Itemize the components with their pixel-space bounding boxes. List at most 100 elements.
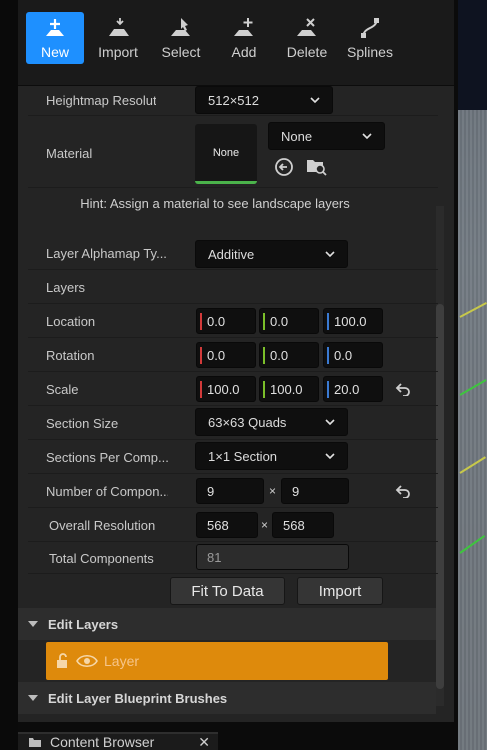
splines-label: Splines [347,44,393,60]
layer-row[interactable]: Layer [46,642,388,680]
chevron-down-icon [310,97,320,104]
collapse-arrow-icon [28,621,38,627]
delete-icon [297,18,316,36]
use-selected-asset-icon[interactable] [274,157,294,177]
browse-asset-icon[interactable] [305,156,327,176]
overall-resolution-label: Overall Resolution [49,518,156,533]
edit-layer-blueprint-brushes-header[interactable]: Edit Layer Blueprint Brushes [18,682,436,714]
delete-label: Delete [286,44,328,60]
sections-per-component-value: 1×1 Section [208,448,278,464]
number-of-components-label: Number of Compon... [46,484,168,499]
overall-resolution-y-field: 568 [272,512,334,538]
landscape-toolbar: New Import Select Add Delete Splines [18,0,454,86]
content-browser-label: Content Browser [50,734,155,750]
reset-to-default-icon[interactable] [395,382,411,396]
add-icon [234,18,253,36]
sections-per-component-dropdown[interactable]: 1×1 Section [195,442,348,470]
overall-resolution-y-value: 568 [283,517,305,533]
fit-to-data-label: Fit To Data [191,582,264,600]
add-label: Add [231,44,257,60]
select-label: Select [161,44,201,60]
components-x-field[interactable]: 9 [196,478,264,504]
scale-y-field[interactable]: 100.0 [259,376,319,402]
location-z-field[interactable]: 100.0 [323,308,383,334]
material-value: None [281,128,313,144]
reset-to-default-icon[interactable] [395,484,411,498]
splines-button[interactable]: Splines [341,12,399,64]
z-axis-marker [327,381,329,398]
fit-to-data-button[interactable]: Fit To Data [170,577,285,605]
delete-button[interactable]: Delete [278,12,336,64]
total-components-field: 81 [196,544,349,570]
viewport-sky [458,0,487,110]
content-browser-tab[interactable]: Content Browser ✕ [18,732,218,750]
y-axis-marker [263,381,265,398]
rotation-x-value: 0.0 [207,347,226,363]
rotation-y-field[interactable]: 0.0 [259,342,319,368]
scale-y-value: 100.0 [270,381,303,397]
new-icon [46,19,64,36]
scale-x-field[interactable]: 100.0 [196,376,256,402]
heightmap-resolution-dropdown[interactable]: 512×512 [195,86,333,114]
add-button[interactable]: Add [215,12,273,64]
new-button[interactable]: New [26,12,84,64]
components-y-field[interactable]: 9 [281,478,349,504]
blueprint-brushes-title: Edit Layer Blueprint Brushes [48,690,228,706]
z-axis-marker [327,313,329,330]
section-size-dropdown[interactable]: 63×63 Quads [195,408,348,436]
import-landscape-button[interactable]: Import [297,577,383,605]
unlock-icon[interactable] [54,652,72,670]
overall-resolution-x-field: 568 [196,512,258,538]
select-button[interactable]: Select [152,12,210,64]
total-components-label: Total Components [49,551,154,566]
components-x-value: 9 [207,483,215,499]
chevron-down-icon [325,453,335,460]
select-icon [171,18,190,36]
row-layers: Layers [28,272,438,304]
location-x-value: 0.0 [207,313,226,329]
material-thumb-text: None [212,146,240,159]
location-y-value: 0.0 [270,313,289,329]
material-dropdown[interactable]: None [268,122,385,150]
window-edge [0,0,18,750]
edit-layers-header[interactable]: Edit Layers [18,608,436,640]
scale-z-value: 20.0 [334,381,360,397]
edit-layers-title: Edit Layers [48,616,119,632]
close-icon[interactable]: ✕ [198,734,210,750]
location-z-value: 100.0 [334,313,367,329]
x-axis-marker [200,313,202,330]
rotation-z-value: 0.0 [334,347,353,363]
overall-resolution-x-value: 568 [207,517,229,533]
chevron-down-icon [362,133,372,140]
visibility-eye-icon[interactable] [76,652,98,670]
layer-alphamap-type-dropdown[interactable]: Additive [195,240,348,268]
x-axis-marker [200,347,202,364]
z-axis-marker [327,347,329,364]
chevron-down-icon [325,251,335,258]
components-y-value: 9 [292,483,300,499]
collapse-arrow-icon [28,695,38,701]
sections-per-component-label: Sections Per Comp... [46,450,168,465]
location-x-field[interactable]: 0.0 [196,308,256,334]
layer-alphamap-type-label: Layer Alphamap Ty... [46,246,167,261]
rotation-x-field[interactable]: 0.0 [196,342,256,368]
material-label: Material [46,146,93,161]
folder-icon [29,738,41,747]
splines-icon [361,18,379,38]
rotation-z-field[interactable]: 0.0 [323,342,383,368]
viewport-landscape [458,110,487,750]
import-label: Import [98,44,138,60]
section-size-label: Section Size [46,416,119,431]
location-y-field[interactable]: 0.0 [259,308,319,334]
material-hint: Hint: Assign a material to see landscape… [80,196,350,211]
heightmap-resolution-label: Heightmap Resolution [46,93,156,108]
layer-alphamap-type-value: Additive [208,246,255,262]
scale-z-field[interactable]: 20.0 [323,376,383,402]
import-button[interactable]: Import [89,12,147,64]
location-label: Location [46,314,96,329]
layer-name: Layer [104,653,140,669]
viewport-preview[interactable] [458,0,487,750]
rotation-label: Rotation [46,348,95,363]
material-thumbnail[interactable]: None [195,124,257,184]
rotation-y-value: 0.0 [270,347,289,363]
